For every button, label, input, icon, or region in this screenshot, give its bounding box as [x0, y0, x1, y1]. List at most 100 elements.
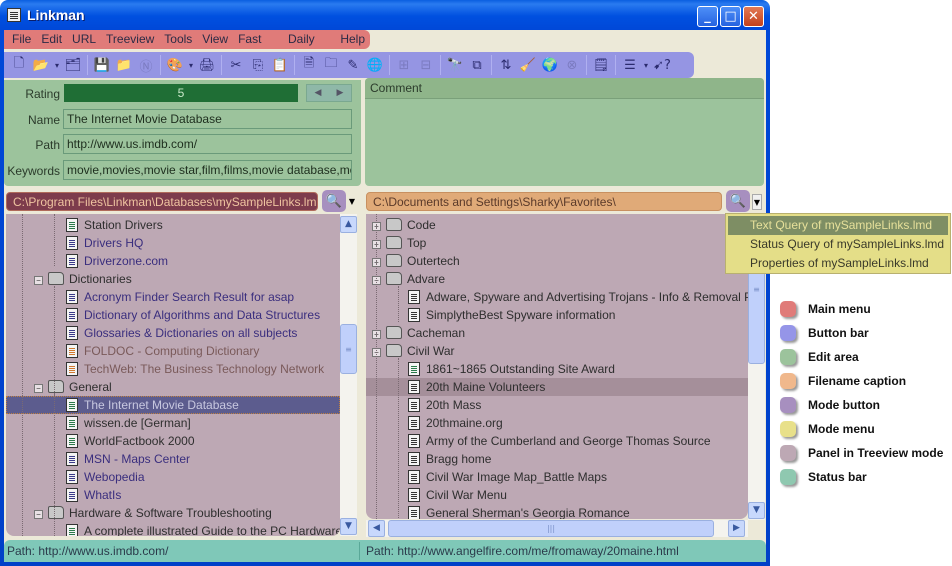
tree-link[interactable]: MSN - Maps Center	[66, 450, 190, 468]
save-icon[interactable]: 💾	[91, 54, 113, 76]
right-tree-panel[interactable]: + Code + Top + Outertech − Advare Adware, Spywar…	[366, 214, 748, 519]
tree-link[interactable]: Civil War Image Map_Battle Maps	[408, 468, 607, 486]
menu-tools[interactable]: Tools	[159, 30, 197, 49]
tree-folder[interactable]: − Advare	[372, 270, 445, 288]
right-mode-button[interactable]: 🔍	[726, 190, 750, 212]
add-folder-icon[interactable]: 🗀	[320, 54, 342, 76]
tree-link[interactable]: Army of the Cumberland and George Thomas…	[408, 432, 711, 450]
menu-treeview[interactable]: Treeview	[101, 30, 159, 49]
expand-icon[interactable]: ⊞	[393, 54, 415, 76]
paste-icon[interactable]: 📋	[269, 54, 291, 76]
mode-menu-item[interactable]: Text Query of mySampleLinks.lmd	[728, 216, 948, 235]
view-icon[interactable]: ☰	[619, 54, 641, 76]
collapse-icon[interactable]: −	[34, 276, 43, 285]
scroll-right-icon[interactable]: ▶	[728, 520, 745, 537]
menu-url[interactable]: URL	[67, 30, 101, 49]
tree-link[interactable]: Driverzone.com	[66, 252, 168, 270]
tree-folder[interactable]: + Outertech	[372, 252, 460, 270]
tree-folder[interactable]: + Cacheman	[372, 324, 465, 342]
left-tree-panel[interactable]: Station Drivers Drivers HQ Driverzone.com −…	[6, 214, 340, 536]
tree-link[interactable]: WhatIs	[66, 486, 121, 504]
find-icon[interactable]: 🔭	[444, 54, 466, 76]
left-mode-button[interactable]: 🔍	[322, 190, 346, 212]
keywords-field[interactable]: movie,movies,movie star,film,films,movie…	[63, 160, 352, 180]
tree-link[interactable]: SimplytheBest Spyware information	[408, 306, 615, 324]
menu-view[interactable]: View	[197, 30, 233, 49]
title-bar[interactable]: Linkman _ □ ✕	[0, 0, 770, 30]
tree-link[interactable]: A complete illustrated Guide to the PC H…	[66, 522, 340, 536]
tree-link[interactable]: Civil War Menu	[408, 486, 507, 504]
new-database-icon[interactable]: 🗂	[62, 54, 84, 76]
tree-link[interactable]: 1861~1865 Outstanding Site Award	[408, 360, 615, 378]
left-mode-dropdown[interactable]: ▼	[347, 194, 357, 210]
comment-field[interactable]	[365, 99, 764, 185]
tree-folder[interactable]: + Code	[372, 216, 436, 234]
scroll-left-icon[interactable]: ◀	[368, 520, 385, 537]
tree-link[interactable]: Glossaries & Dictionaries on all subject…	[66, 324, 297, 342]
tree-link[interactable]: Acronym Finder Search Result for asap	[66, 288, 294, 306]
close-button[interactable]: ✕	[743, 6, 764, 27]
tree-folder[interactable]: − Hardware & Software Troubleshooting	[34, 504, 272, 522]
tree-link[interactable]: TechWeb: The Business Technology Network	[66, 360, 324, 378]
path-field[interactable]: http://www.us.imdb.com/	[63, 134, 352, 154]
tree-link[interactable]: WorldFactbook 2000	[66, 432, 195, 450]
chevron-right-icon[interactable]: ▶	[337, 88, 344, 98]
chevron-left-icon[interactable]: ◀	[315, 88, 322, 98]
help-pointer-icon[interactable]: ➹?	[651, 54, 673, 76]
right-mode-dropdown[interactable]: ▼	[752, 194, 762, 210]
minimize-button[interactable]: _	[697, 6, 718, 27]
tree-folder[interactable]: − General	[34, 378, 112, 396]
menu-help[interactable]: Help	[335, 30, 370, 49]
stop-icon[interactable]: ⊗	[561, 54, 583, 76]
tree-link[interactable]: 20th Mass	[408, 396, 481, 414]
tree-link[interactable]: wissen.de [German]	[66, 414, 191, 432]
sort-az-icon[interactable]: ⇅	[495, 54, 517, 76]
mode-menu-item[interactable]: Properties of mySampleLinks.lmd	[728, 254, 948, 273]
clean-icon[interactable]: 🧹	[517, 54, 539, 76]
tree-folder[interactable]: − Civil War	[372, 342, 455, 360]
folder-icon[interactable]: 📁	[113, 54, 135, 76]
scroll-up-icon[interactable]: ▲	[340, 216, 357, 233]
open-folder-icon[interactable]: 📂	[30, 54, 52, 76]
filter-icon[interactable]: ⧉	[466, 54, 488, 76]
globe-link-icon[interactable]: 🌐	[364, 54, 386, 76]
collapse-icon[interactable]: −	[34, 384, 43, 393]
rating-spinner[interactable]: ◀ ▶	[306, 84, 352, 102]
mode-menu-item[interactable]: Status Query of mySampleLinks.lmd	[728, 235, 948, 254]
tree-link[interactable]: 20thmaine.org	[408, 414, 503, 432]
scroll-thumb[interactable]: ≡	[340, 324, 357, 374]
tree-link[interactable]: FOLDOC - Computing Dictionary	[66, 342, 259, 360]
tree-link[interactable]: The Internet Movie Database	[66, 396, 239, 414]
cut-icon[interactable]: ✂	[225, 54, 247, 76]
collapse-icon[interactable]: −	[34, 510, 43, 519]
tree-link[interactable]: Drivers HQ	[66, 234, 143, 252]
collapse-icon[interactable]: ⊟	[415, 54, 437, 76]
copy-icon[interactable]: ⎘	[247, 54, 269, 76]
properties-icon[interactable]: 🗒	[590, 54, 612, 76]
tree-folder[interactable]: + Top	[372, 234, 426, 252]
left-vertical-scrollbar[interactable]: ▲ ≡ ▼	[340, 214, 357, 536]
dropdown-arrow-icon[interactable]: ▾	[641, 54, 651, 76]
menu-fast-links[interactable]: Fast Links	[233, 30, 283, 65]
dropdown-arrow-icon[interactable]: ▾	[186, 54, 196, 76]
n-circle-icon[interactable]: Ⓝ	[135, 54, 157, 76]
tree-folder[interactable]: − Dictionaries	[34, 270, 132, 288]
scroll-down-icon[interactable]: ▼	[340, 518, 357, 535]
rating-bar[interactable]: 5	[64, 84, 298, 102]
browser-icon[interactable]: 🎨	[164, 54, 186, 76]
name-field[interactable]: The Internet Movie Database	[63, 109, 352, 129]
right-horizontal-scrollbar[interactable]: ◀ ||| ▶	[366, 520, 748, 537]
tree-link[interactable]: Bragg home	[408, 450, 491, 468]
menu-daily-links[interactable]: Daily Links	[283, 30, 335, 65]
menu-file[interactable]: File	[7, 30, 36, 49]
edit-icon[interactable]: ✎	[342, 54, 364, 76]
new-file-icon[interactable]: 🗋	[8, 54, 30, 76]
scroll-thumb[interactable]: |||	[388, 520, 714, 537]
tree-link[interactable]: Webopedia	[66, 468, 145, 486]
tree-link[interactable]: Adware, Spyware and Advertising Trojans …	[408, 288, 748, 306]
tree-link[interactable]: Dictionary of Algorithms and Data Struct…	[66, 306, 320, 324]
maximize-button[interactable]: □	[720, 6, 741, 27]
scroll-down-icon[interactable]: ▼	[748, 502, 765, 519]
add-link-icon[interactable]: 🗎	[298, 54, 320, 76]
tree-link[interactable]: General Sherman's Georgia Romance	[408, 504, 630, 519]
